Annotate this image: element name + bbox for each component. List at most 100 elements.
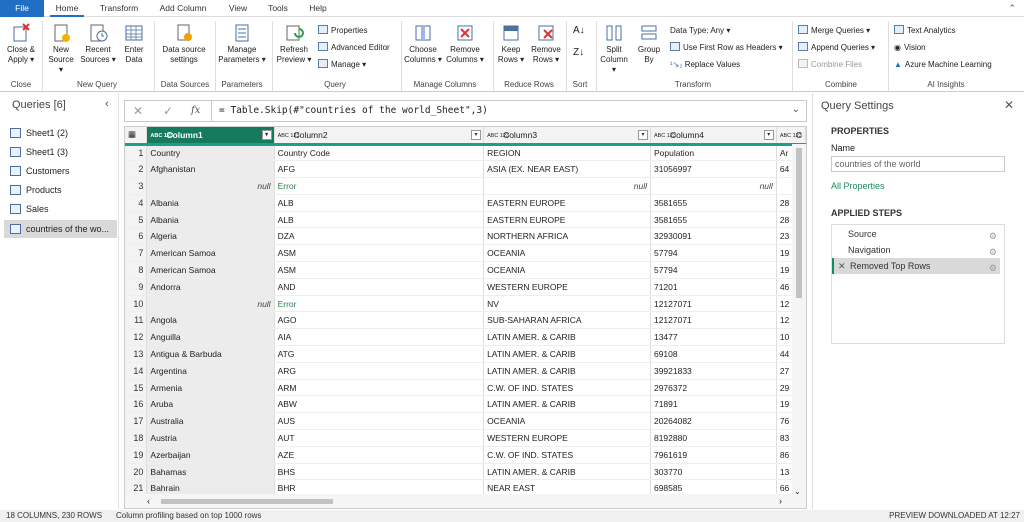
column-header[interactable]: ABC 123Column1 ▾ <box>146 127 275 146</box>
select-all-cell[interactable]: ▦ <box>125 127 148 146</box>
applied-step-selected[interactable]: ✕ Removed Top Rows ⚙ <box>832 258 1000 274</box>
table-cell[interactable]: WESTERN EUROPE <box>483 429 651 447</box>
table-cell[interactable]: LATIN AMER. & CARIB <box>483 328 651 347</box>
table-cell[interactable]: AFG <box>274 160 485 179</box>
tab-help[interactable]: Help <box>302 0 334 17</box>
advanced-editor-button[interactable]: Advanced Editor <box>318 42 390 53</box>
table-cell[interactable]: SUB-SAHARAN AFRICA <box>483 311 651 330</box>
table-cell[interactable]: EASTERN EUROPE <box>483 211 651 229</box>
table-cell[interactable]: C.W. OF IND. STATES <box>483 379 651 397</box>
keep-rows-button[interactable]: Keep Rows ▾ <box>496 23 526 65</box>
table-cell[interactable]: Country <box>146 144 275 162</box>
recent-sources-button[interactable]: Recent Sources ▾ <box>80 23 116 65</box>
scroll-left-icon[interactable]: ‹ <box>147 496 150 506</box>
remove-columns-button[interactable]: Remove Columns ▾ <box>446 23 484 65</box>
append-queries-button[interactable]: Append Queries ▾ <box>798 42 875 53</box>
table-cell[interactable]: null <box>146 295 275 313</box>
table-cell[interactable]: null <box>483 177 651 195</box>
column-header[interactable]: ABC 123Column2 ▾ <box>274 127 485 146</box>
group-by-button[interactable]: Group By <box>634 23 664 65</box>
table-cell[interactable]: 57794 <box>650 261 777 279</box>
table-cell[interactable]: 71201 <box>650 278 777 296</box>
text-analytics-button[interactable]: Text Analytics <box>894 25 955 36</box>
column-header[interactable]: ABC 123Column4 ▾ <box>650 127 777 146</box>
choose-columns-button[interactable]: Choose Columns ▾ <box>404 23 442 65</box>
table-cell[interactable]: Angola <box>146 311 275 330</box>
tab-tools[interactable]: Tools <box>262 0 294 17</box>
close-apply-button[interactable]: Close & Apply ▾ <box>3 23 39 65</box>
tab-view[interactable]: View <box>222 0 254 17</box>
cancel-icon[interactable]: ✕ <box>133 104 143 118</box>
table-cell[interactable]: Anguilla <box>146 328 275 347</box>
table-cell[interactable]: 69108 <box>650 345 777 363</box>
filter-dropdown-icon[interactable]: ▾ <box>637 130 648 140</box>
table-cell[interactable]: ATG <box>274 345 485 363</box>
table-cell[interactable]: Country Code <box>274 144 485 162</box>
table-cell[interactable]: LATIN AMER. & CARIB <box>483 395 651 414</box>
replace-values-button[interactable]: ¹↘₂ Replace Values <box>670 59 740 70</box>
collapse-pane-icon[interactable]: ‹ <box>105 98 109 110</box>
delete-step-icon[interactable]: ✕ <box>838 258 846 274</box>
table-cell[interactable]: ALB <box>274 211 485 229</box>
table-cell[interactable]: Afghanistan <box>146 160 275 179</box>
table-cell[interactable]: LATIN AMER. & CARIB <box>483 362 651 380</box>
table-cell[interactable]: AND <box>274 278 485 296</box>
table-cell[interactable]: 8192880 <box>650 429 777 447</box>
table-cell[interactable]: Armenia <box>146 379 275 397</box>
table-cell[interactable]: ALB <box>274 194 485 212</box>
table-cell[interactable]: Albania <box>146 211 275 229</box>
close-icon[interactable]: ✕ <box>1004 98 1014 112</box>
enter-data-button[interactable]: Enter Data <box>120 23 148 65</box>
tab-home[interactable]: Home <box>50 0 84 17</box>
table-cell[interactable]: AGO <box>274 311 485 330</box>
refresh-preview-button[interactable]: Refresh Preview ▾ <box>275 23 313 65</box>
table-cell[interactable]: OCEANIA <box>483 244 651 263</box>
scroll-right-icon[interactable]: › <box>779 496 782 506</box>
table-cell[interactable]: ARM <box>274 379 485 397</box>
expand-formula-icon[interactable]: ⌄ <box>792 104 800 115</box>
table-cell[interactable]: 39921833 <box>650 362 777 380</box>
function-icon[interactable]: fx <box>191 105 200 116</box>
table-cell[interactable]: AUS <box>274 412 485 431</box>
table-cell[interactable]: 12127071 <box>650 295 777 313</box>
table-cell[interactable]: AUT <box>274 429 485 447</box>
tab-add-column[interactable]: Add Column <box>154 0 212 17</box>
use-first-row-headers-button[interactable]: Use First Row as Headers ▾ <box>670 42 783 53</box>
query-item[interactable]: Sheet1 (2) <box>4 124 117 142</box>
table-cell[interactable]: OCEANIA <box>483 261 651 279</box>
query-item-selected[interactable]: countries of the wo... <box>4 220 117 238</box>
manage-button[interactable]: Manage ▾ <box>318 59 366 70</box>
filter-dropdown-icon[interactable]: ▾ <box>763 130 774 140</box>
formula-text[interactable]: = Table.Skip(#"countries of the world_Sh… <box>219 105 488 116</box>
table-cell[interactable]: 3581655 <box>650 211 777 229</box>
table-cell[interactable]: American Samoa <box>146 261 275 279</box>
table-cell[interactable]: 12127071 <box>650 311 777 330</box>
table-cell[interactable]: Andorra <box>146 278 275 296</box>
table-cell[interactable]: NV <box>483 295 651 313</box>
column-header[interactable]: ABC 123C <box>776 127 806 146</box>
column-header[interactable]: ABC 123Column3 ▾ <box>483 127 651 146</box>
table-cell[interactable]: Argentina <box>146 362 275 380</box>
table-cell[interactable]: DZA <box>274 227 485 246</box>
all-properties-link[interactable]: All Properties <box>831 181 885 191</box>
commit-icon[interactable]: ✓ <box>163 104 173 118</box>
table-cell[interactable]: Azerbaijan <box>146 446 275 464</box>
applied-step[interactable]: Source ⚙ <box>832 226 1000 242</box>
horizontal-scrollbar[interactable]: ‹ › <box>125 494 806 508</box>
table-cell[interactable]: 2976372 <box>650 379 777 397</box>
table-cell[interactable]: BHS <box>274 463 485 481</box>
filter-dropdown-icon[interactable]: ▾ <box>261 130 272 140</box>
table-cell[interactable]: C.W. OF IND. STATES <box>483 446 651 464</box>
table-cell[interactable]: ARG <box>274 362 485 380</box>
table-cell[interactable]: Australia <box>146 412 275 431</box>
table-cell[interactable]: WESTERN EUROPE <box>483 278 651 296</box>
manage-parameters-button[interactable]: Manage Parameters ▾ <box>217 23 267 65</box>
table-cell[interactable]: Bahamas <box>146 463 275 481</box>
table-cell[interactable]: 7961619 <box>650 446 777 464</box>
table-cell[interactable]: 71891 <box>650 395 777 414</box>
combine-files-button[interactable]: Combine Files <box>798 59 862 70</box>
query-name-input[interactable] <box>831 156 1005 172</box>
query-item[interactable]: Sheet1 (3) <box>4 143 117 161</box>
horizontal-scroll-thumb[interactable] <box>161 499 333 504</box>
table-cell[interactable]: 31056997 <box>650 160 777 179</box>
